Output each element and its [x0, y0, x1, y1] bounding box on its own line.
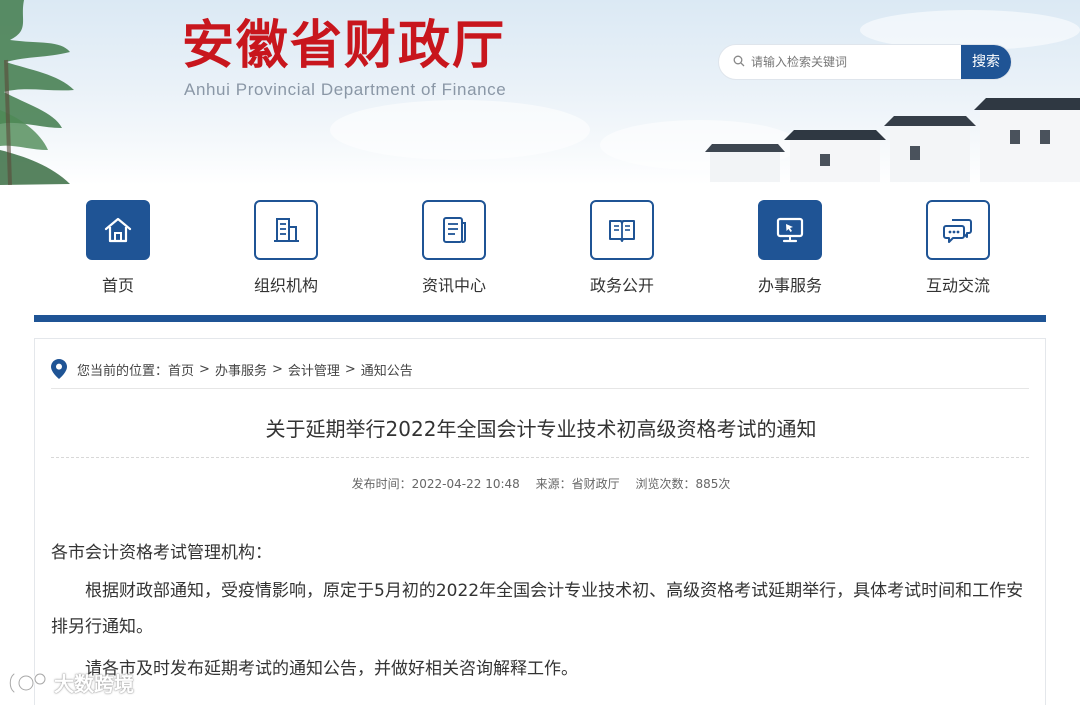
breadcrumb: 您当前的位置： 首页 > 办事服务 > 会计管理 > 通知公告: [51, 359, 413, 379]
breadcrumb-separator: >: [199, 361, 210, 377]
breadcrumb-link-services[interactable]: 办事服务: [215, 360, 267, 379]
article-card: 您当前的位置： 首页 > 办事服务 > 会计管理 > 通知公告 关于延期举行20…: [34, 338, 1046, 705]
breadcrumb-prefix: 您当前的位置：: [77, 363, 169, 379]
main-navigation: 首页 组织机构 资讯中心 政务公开 办事服务 互动交流: [34, 190, 1046, 310]
watermark-text: 大数跨境: [54, 672, 134, 696]
watermark-logo-icon: [8, 672, 47, 693]
view-count: 浏览次数：885次: [635, 477, 731, 491]
nav-divider: [34, 315, 1046, 322]
article-greeting: 各市会计资格考试管理机构：: [51, 543, 272, 563]
nav-item-news[interactable]: 资讯中心: [399, 200, 509, 296]
cloud-decoration: [330, 100, 590, 160]
pine-tree-decoration: [0, 0, 74, 185]
book-icon: [609, 220, 635, 242]
site-title: 安徽省财政厅: [182, 15, 507, 76]
news-icon: [443, 217, 466, 243]
nav-label: 互动交流: [925, 276, 990, 295]
publish-time: 发布时间：2022-04-22 10:48: [351, 477, 520, 491]
breadcrumb-link-notices[interactable]: 通知公告: [361, 360, 413, 379]
nav-label: 政务公开: [589, 276, 654, 295]
nav-item-services[interactable]: 办事服务: [735, 200, 845, 296]
search-input[interactable]: [751, 45, 961, 79]
nav-label: 组织机构: [253, 276, 318, 295]
article-meta: 发布时间：2022-04-22 10:48 来源：省财政厅 浏览次数：885次: [35, 475, 1047, 492]
nav-item-interaction[interactable]: 互动交流: [903, 200, 1013, 296]
nav-label: 资讯中心: [421, 276, 486, 295]
article-title: 关于延期举行2022年全国会计专业技术初高级资格考试的通知: [265, 417, 817, 441]
watermark: 大数跨境: [8, 668, 134, 697]
breadcrumb-separator: >: [344, 361, 356, 377]
breadcrumb-separator: >: [271, 361, 283, 377]
chat-icon: [943, 219, 972, 243]
nav-item-government-affairs[interactable]: 政务公开: [567, 200, 677, 296]
title-divider: [51, 457, 1029, 458]
breadcrumb-link-home[interactable]: 首页: [168, 360, 194, 379]
article-paragraph: 根据财政部通知，受疫情影响，原定于5月初的2022年全国会计专业技术初、高级资格…: [51, 581, 1024, 637]
village-houses-decoration: [705, 98, 1080, 182]
home-icon: [104, 217, 132, 243]
search-button[interactable]: 搜索: [961, 45, 1011, 79]
site-subtitle: Anhui Provincial Department of Finance: [184, 80, 507, 99]
header-banner: 安徽省财政厅 Anhui Provincial Department of Fi…: [0, 0, 1080, 185]
nav-item-organization[interactable]: 组织机构: [231, 200, 341, 296]
breadcrumb-divider: [51, 388, 1029, 389]
article-body: 各市会计资格考试管理机构： 根据财政部通知，受疫情影响，原定于5月初的2022年…: [51, 535, 1031, 687]
article-source: 来源：省财政厅: [535, 477, 620, 491]
breadcrumb-link-accounting[interactable]: 会计管理: [288, 360, 340, 379]
location-pin-icon: [51, 359, 67, 379]
search-icon: [733, 55, 745, 67]
building-icon: [274, 218, 299, 242]
nav-item-home[interactable]: 首页: [63, 200, 173, 296]
nav-label: 办事服务: [757, 276, 822, 295]
search-bar: 搜索: [718, 44, 1012, 80]
nav-label: 首页: [101, 276, 134, 295]
article-paragraph: 请各市及时发布延期考试的通知公告，并做好相关咨询解释工作。: [85, 659, 578, 679]
monitor-icon: [776, 217, 804, 243]
